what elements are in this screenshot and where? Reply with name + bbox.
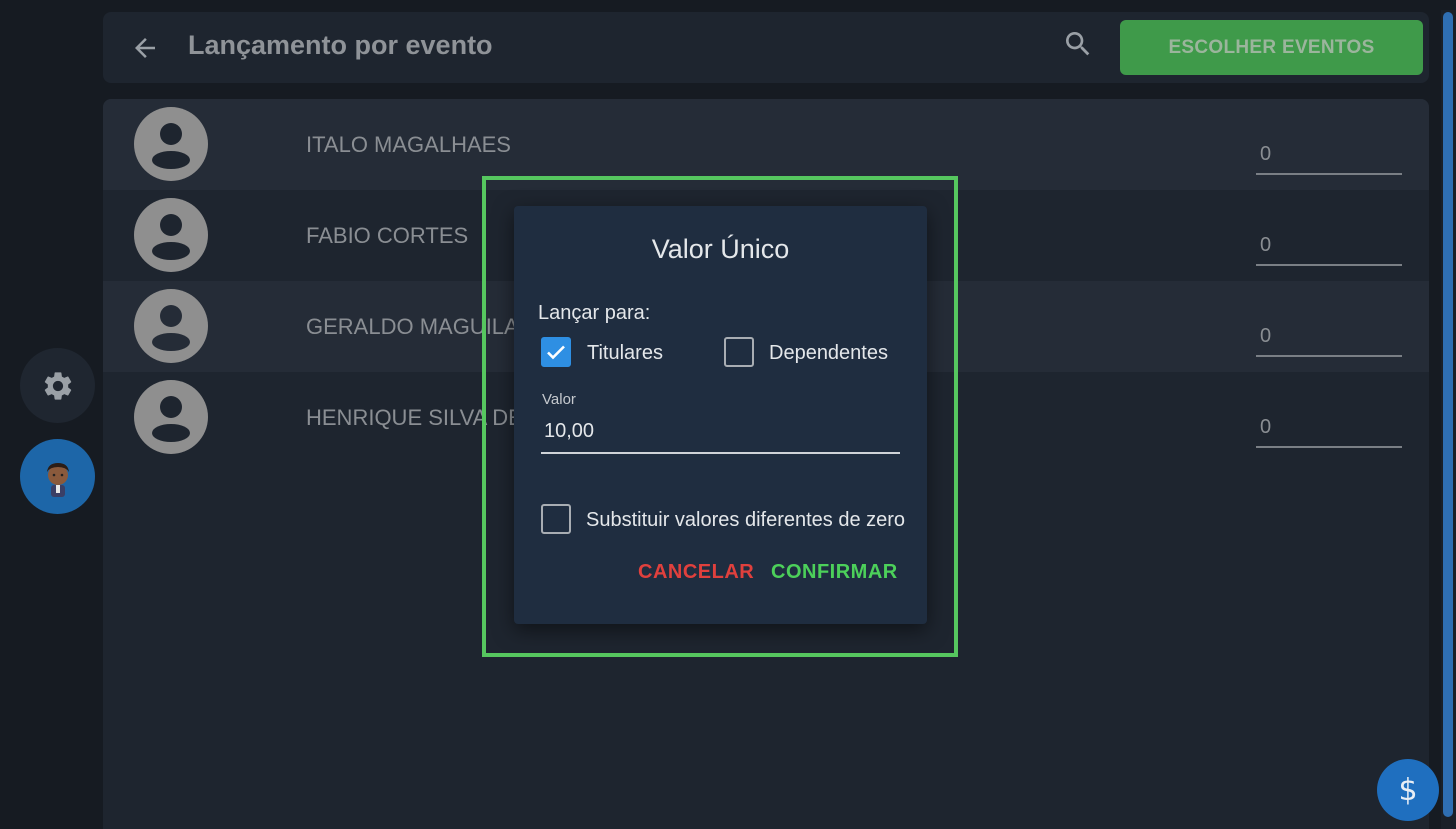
top-bar: Lançamento por evento ESCOLHER EVENTOS (103, 12, 1429, 83)
dependentes-label: Dependentes (769, 342, 888, 364)
checkmark-icon (547, 345, 565, 360)
page-title: Lançamento por evento (188, 30, 493, 60)
dollar-fab-button[interactable]: $ (1377, 759, 1439, 821)
search-icon (1066, 32, 1090, 56)
valor-unico-dialog: Valor Único Lançar para: Titulares Depen… (514, 206, 927, 624)
value-input[interactable]: 0 (1256, 232, 1402, 266)
search-button[interactable] (1061, 27, 1095, 61)
launch-for-label: Lançar para: (538, 302, 651, 324)
valor-field-label: Valor (542, 391, 576, 408)
titulares-label: Titulares (587, 342, 663, 364)
gear-icon (44, 371, 71, 400)
dollar-icon: $ (1398, 772, 1418, 808)
value-input[interactable]: 0 (1256, 323, 1402, 357)
person-avatar-icon (134, 107, 208, 181)
valor-input[interactable] (544, 420, 884, 443)
settings-button[interactable] (20, 348, 95, 423)
confirm-button[interactable]: CONFIRMAR (771, 561, 898, 584)
substituir-label: Substituir valores diferentes de zero (586, 509, 906, 531)
person-avatar-icon (134, 198, 208, 272)
valor-field (541, 414, 900, 454)
value-input[interactable]: 0 (1256, 141, 1402, 175)
person-name: FABIO CORTES (306, 223, 469, 248)
person-name: ITALO MAGALHAES (306, 132, 511, 157)
back-button[interactable] (129, 32, 161, 64)
arrow-left-icon (135, 38, 155, 58)
dialog-title: Valor Único (651, 234, 790, 264)
substituir-checkbox[interactable] (541, 504, 571, 534)
value-input[interactable]: 0 (1256, 414, 1402, 448)
scrollbar-thumb[interactable] (1443, 12, 1453, 817)
user-profile-button[interactable] (20, 439, 95, 514)
user-avatar-icon (46, 462, 69, 497)
person-avatar-icon (134, 380, 208, 454)
cancel-button[interactable]: CANCELAR (638, 561, 754, 584)
titulares-checkbox[interactable] (541, 337, 571, 367)
dependentes-checkbox[interactable] (724, 337, 754, 367)
person-avatar-icon (134, 289, 208, 363)
choose-events-button[interactable]: ESCOLHER EVENTOS (1120, 20, 1423, 75)
